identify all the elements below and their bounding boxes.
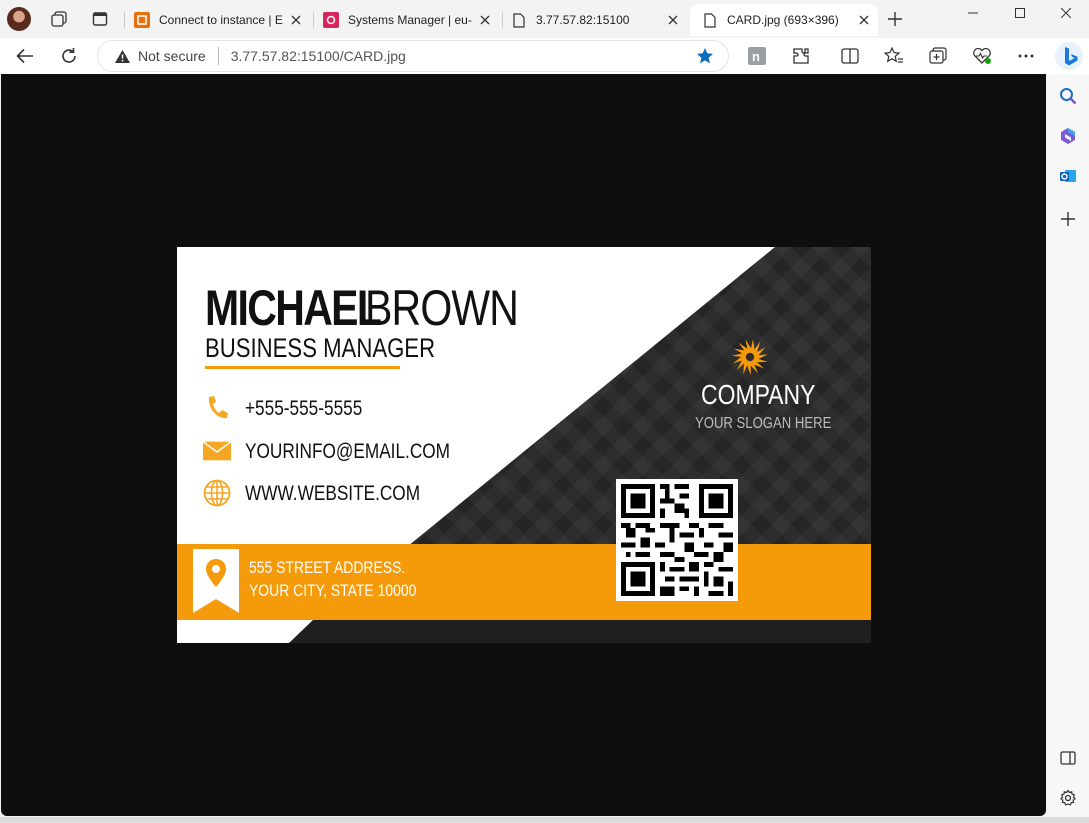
close-tab-icon[interactable] xyxy=(477,12,493,28)
minimize-icon[interactable] xyxy=(950,0,996,26)
card-name: MICHAEL BROWN xyxy=(205,279,519,337)
card-address-line2: YOUR CITY, STATE 10000 xyxy=(249,581,417,600)
url-text[interactable]: 3.77.57.82:15100/CARD.jpg xyxy=(231,48,406,64)
back-icon[interactable] xyxy=(12,44,38,68)
maximize-icon[interactable] xyxy=(997,0,1043,26)
svg-text:n: n xyxy=(752,49,760,64)
card-address-line1: 555 STREET ADDRESS. xyxy=(249,558,406,577)
card-slogan: YOUR SLOGAN HERE xyxy=(695,415,832,432)
outlook-icon[interactable] xyxy=(1058,166,1078,186)
title-underline xyxy=(205,366,400,369)
close-tab-icon[interactable] xyxy=(288,12,304,28)
email-row: YOURINFO@EMAIL.COM xyxy=(203,437,450,465)
company-sun-logo xyxy=(731,339,769,376)
card-job-title: BUSINESS MANAGER xyxy=(205,333,436,363)
qr-code xyxy=(616,479,738,601)
favorites-icon[interactable] xyxy=(883,46,905,66)
sidebar-settings-gear-icon[interactable] xyxy=(1058,788,1078,808)
hide-sidebar-icon[interactable] xyxy=(1058,748,1078,768)
phone-row: +555-555-5555 xyxy=(203,394,362,422)
tab-title: Systems Manager | eu-west xyxy=(348,13,472,27)
office-icon[interactable] xyxy=(1058,126,1078,146)
new-tab-icon[interactable] xyxy=(885,9,905,29)
add-sidebar-app-icon[interactable] xyxy=(1058,209,1078,229)
aws-systems-manager-icon xyxy=(323,12,339,28)
card-company: COMPANY xyxy=(701,379,816,410)
page-icon xyxy=(702,12,718,28)
title-bar: Connect to instance | EC2 Systems Manage… xyxy=(0,0,1089,38)
tab-title: 3.77.57.82:15100 xyxy=(536,13,630,27)
card-website: WWW.WEBSITE.COM xyxy=(245,482,421,505)
browser-essentials-icon[interactable] xyxy=(971,46,993,66)
warning-icon[interactable] xyxy=(114,47,132,65)
close-tab-icon[interactable] xyxy=(665,12,681,28)
aws-ec2-icon xyxy=(134,12,150,28)
extensions-icon[interactable] xyxy=(790,46,812,66)
card-phone: +555-555-5555 xyxy=(245,397,363,420)
address-bar[interactable]: Not secure 3.77.57.82:15100/CARD.jpg xyxy=(98,41,728,71)
business-card-image[interactable]: MICHAEL BROWN BUSINESS MANAGER +555-555-… xyxy=(177,247,871,643)
window-bottom-edge xyxy=(0,817,1089,823)
close-tab-icon[interactable] xyxy=(856,12,872,28)
workspaces-icon[interactable] xyxy=(49,9,69,29)
card-first-name: MICHAEL xyxy=(205,280,382,336)
profile-avatar[interactable] xyxy=(7,7,31,31)
browser-toolbar: Not secure 3.77.57.82:15100/CARD.jpg n xyxy=(0,38,1089,74)
page-icon xyxy=(511,12,527,28)
image-viewer: MICHAEL BROWN BUSINESS MANAGER +555-555-… xyxy=(1,74,1046,816)
split-screen-icon[interactable] xyxy=(839,46,861,66)
collections-icon[interactable] xyxy=(927,46,949,66)
tab-title: Connect to instance | EC2 xyxy=(159,13,283,27)
security-label[interactable]: Not secure xyxy=(138,48,206,64)
location-ribbon-icon xyxy=(193,549,239,613)
tab-title: CARD.jpg (693×396) xyxy=(727,13,839,27)
website-row: WWW.WEBSITE.COM xyxy=(203,479,420,507)
card-last-name: BROWN xyxy=(365,280,519,336)
settings-more-icon[interactable] xyxy=(1015,46,1037,66)
tab-connect-instance[interactable]: Connect to instance | EC2 xyxy=(134,4,310,36)
refresh-icon[interactable] xyxy=(56,44,82,68)
phone-icon xyxy=(203,394,231,422)
search-icon[interactable] xyxy=(1058,86,1078,106)
card-email: YOURINFO@EMAIL.COM xyxy=(245,440,451,463)
tab-systems-manager[interactable]: Systems Manager | eu-west xyxy=(323,4,499,36)
extension-n-icon[interactable]: n xyxy=(746,46,768,66)
edge-sidebar xyxy=(1047,74,1089,823)
favorite-star-icon[interactable] xyxy=(696,47,714,70)
globe-icon xyxy=(203,479,231,507)
email-icon xyxy=(203,437,231,465)
tab-actions-icon[interactable] xyxy=(90,9,110,29)
copilot-icon[interactable] xyxy=(1053,40,1085,72)
tab-server-root[interactable]: 3.77.57.82:15100 xyxy=(511,4,687,36)
tab-card-jpg[interactable]: CARD.jpg (693×396) xyxy=(690,4,878,36)
close-window-icon[interactable] xyxy=(1043,0,1089,26)
